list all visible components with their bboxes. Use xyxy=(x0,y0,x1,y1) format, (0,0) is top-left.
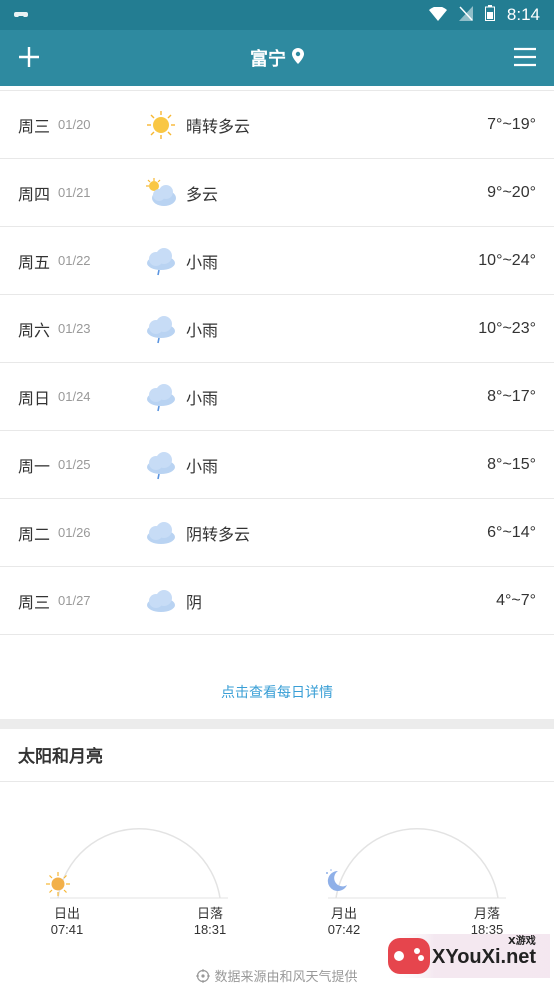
watermark-text: XYouXi.net xyxy=(432,946,537,968)
forecast-weekday: 周二 xyxy=(18,524,51,544)
moon-icon xyxy=(326,869,347,891)
sun-moon-title: 太阳和月亮 xyxy=(18,747,103,767)
sun-arc xyxy=(50,828,228,899)
forecast-condition: 晴转多云 xyxy=(186,116,251,136)
forecast-weekday: 周三 xyxy=(18,592,51,612)
sunset-time: 18:31 xyxy=(193,922,227,937)
location-pin-icon xyxy=(292,47,304,69)
forecast-row[interactable]: 周五 01/22 小雨 10°~24° xyxy=(0,227,554,295)
forecast-row[interactable]: 周二 01/26 阴转多云 6°~14° xyxy=(0,499,554,567)
sunny-icon xyxy=(144,108,178,142)
game-controller-icon xyxy=(14,9,28,22)
light-rain-icon xyxy=(144,312,178,346)
forecast-date: 01/21 xyxy=(58,185,91,200)
light-rain-icon xyxy=(144,380,178,414)
forecast-temperature: 10°~24° xyxy=(478,251,536,269)
forecast-row[interactable]: 周三 01/20 晴转多云 7°~19° xyxy=(0,91,554,159)
forecast-weekday: 周六 xyxy=(18,320,51,340)
sunset-label: 日落 xyxy=(196,907,223,922)
section-gap xyxy=(0,719,554,729)
light-rain-icon xyxy=(144,244,178,278)
forecast-temperature: 6°~14° xyxy=(487,523,536,541)
forecast-date: 01/24 xyxy=(58,389,91,404)
forecast-condition: 小雨 xyxy=(186,252,219,272)
source-text: 数据来源由和风天气提供 xyxy=(214,970,358,985)
status-bar: 8:14 xyxy=(0,0,554,30)
daily-details-link[interactable]: 点击查看每日详情 xyxy=(0,667,554,719)
forecast-weekday: 周三 xyxy=(18,116,51,136)
plus-icon[interactable] xyxy=(16,42,42,72)
forecast-list: 周二01/19晴4°~20°周三01/20晴转多云7°~19°周四01/21多云… xyxy=(0,23,554,635)
sunrise-time: 07:41 xyxy=(50,922,84,937)
forecast-temperature: 4°~7° xyxy=(496,591,536,609)
battery-icon xyxy=(484,5,495,25)
forecast-date: 01/27 xyxy=(58,593,91,608)
forecast-row[interactable]: 周一 01/25 小雨 8°~15° xyxy=(0,431,554,499)
forecast-temperature: 8°~15° xyxy=(487,455,536,473)
divider xyxy=(0,781,554,782)
forecast-date: 01/26 xyxy=(58,525,91,540)
forecast-row[interactable]: 周六 01/23 小雨 10°~23° xyxy=(0,295,554,363)
crosshair-icon xyxy=(196,969,211,986)
forecast-temperature: 9°~20° xyxy=(487,183,536,201)
no-signal-icon xyxy=(458,5,473,25)
moonrise-label: 月出 xyxy=(330,907,357,922)
overcast-cloudy-icon xyxy=(144,516,178,550)
forecast-condition: 多云 xyxy=(186,184,219,204)
wifi-icon xyxy=(428,5,447,25)
forecast-weekday: 周一 xyxy=(18,456,51,476)
forecast-temperature: 8°~17° xyxy=(487,387,536,405)
forecast-date: 01/23 xyxy=(58,321,91,336)
moonrise-time: 07:42 xyxy=(327,922,361,937)
forecast-weekday: 周五 xyxy=(18,252,51,272)
city-name: 富宁 xyxy=(250,49,286,70)
city-selector[interactable]: 富宁 xyxy=(250,45,304,71)
moon-arc xyxy=(328,828,506,899)
light-rain-icon xyxy=(144,448,178,482)
forecast-temperature: 10°~23° xyxy=(478,319,536,337)
forecast-date: 01/20 xyxy=(58,117,91,132)
status-time: 8:14 xyxy=(506,5,540,24)
moonset-label: 月落 xyxy=(473,907,500,922)
title-bar: 富宁 xyxy=(0,30,554,86)
forecast-condition: 小雨 xyxy=(186,388,219,408)
sun-icon xyxy=(46,872,70,896)
forecast-date: 01/25 xyxy=(58,457,91,472)
forecast-weekday: 周四 xyxy=(18,184,51,204)
forecast-condition: 小雨 xyxy=(186,320,219,340)
forecast-condition: 阴 xyxy=(186,592,203,612)
forecast-condition: 小雨 xyxy=(186,456,219,476)
sunrise-label: 日出 xyxy=(53,907,80,922)
forecast-weekday: 周日 xyxy=(18,388,51,408)
overcast-icon xyxy=(144,584,178,618)
partly-cloudy-icon xyxy=(144,176,178,210)
watermark-small-text: X游戏 xyxy=(508,936,536,947)
forecast-row[interactable]: 周日 01/24 小雨 8°~17° xyxy=(0,363,554,431)
forecast-temperature: 7°~19° xyxy=(487,115,536,133)
forecast-condition: 阴转多云 xyxy=(186,524,251,544)
forecast-date: 01/22 xyxy=(58,253,91,268)
hamburger-menu-icon[interactable] xyxy=(512,44,538,70)
forecast-row[interactable]: 周三 01/27 阴 4°~7° xyxy=(0,567,554,635)
forecast-row[interactable]: 周四 01/21 多云 9°~20° xyxy=(0,159,554,227)
